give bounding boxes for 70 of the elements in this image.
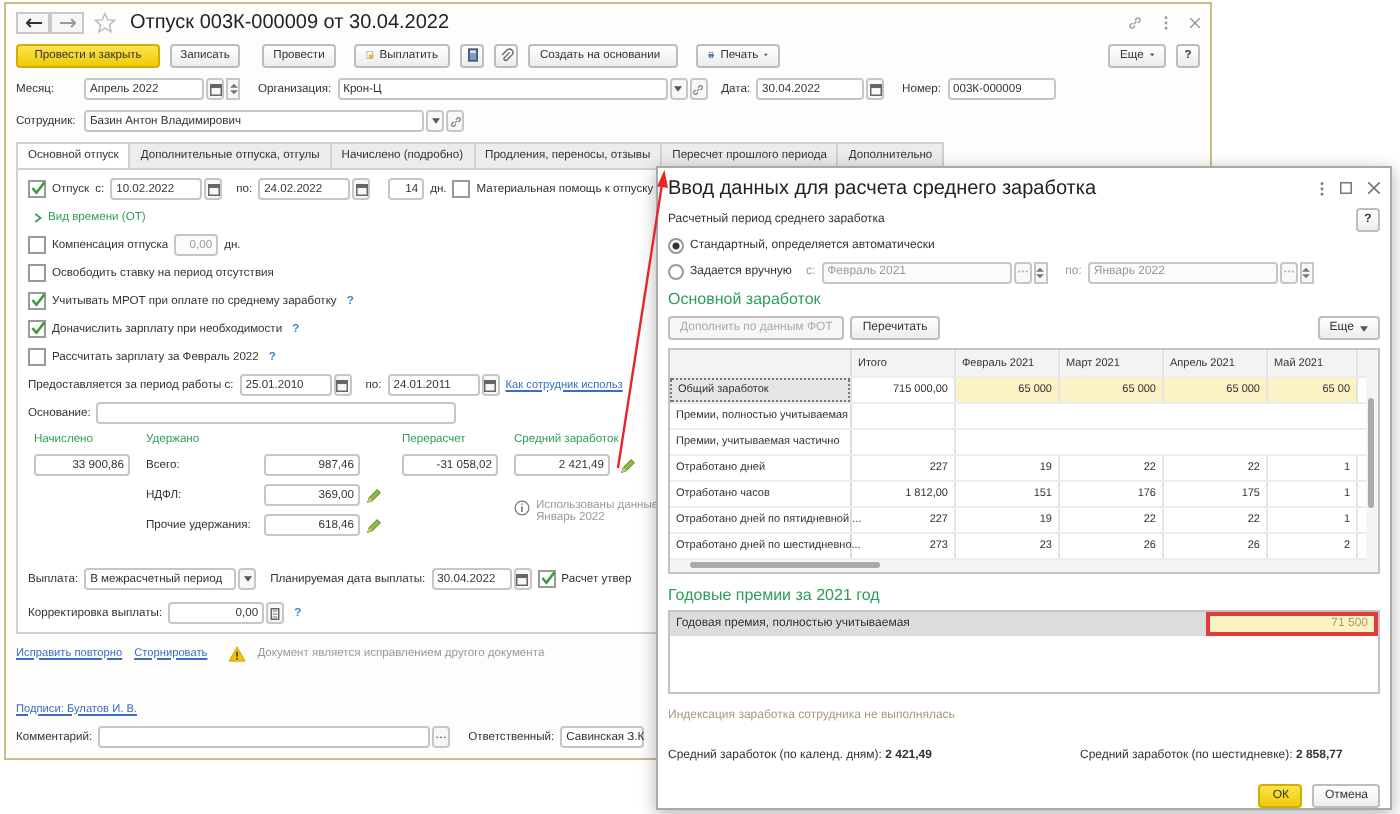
back-arrow-icon bbox=[25, 17, 41, 27]
calendar-button[interactable] bbox=[204, 178, 223, 200]
dialog-title: Ввод данных для расчета среднего заработка bbox=[668, 177, 1097, 199]
spin-button[interactable] bbox=[1299, 261, 1314, 283]
caret-icon bbox=[674, 86, 683, 92]
calendar-icon bbox=[869, 83, 882, 95]
calendar-icon bbox=[484, 379, 497, 391]
checkbox[interactable] bbox=[28, 348, 46, 366]
caret-icon bbox=[1360, 325, 1368, 331]
warning-icon bbox=[227, 645, 246, 661]
info-icon bbox=[514, 500, 530, 516]
calendar-button[interactable] bbox=[333, 374, 352, 396]
checkbox[interactable] bbox=[28, 180, 46, 198]
link-icon[interactable] bbox=[1128, 15, 1142, 29]
calculator-icon bbox=[270, 607, 281, 619]
calendar-icon bbox=[516, 573, 529, 585]
attach-button[interactable] bbox=[494, 43, 518, 67]
calendar-icon bbox=[209, 83, 221, 95]
calendar-button[interactable] bbox=[513, 568, 532, 590]
pencil-icon[interactable] bbox=[366, 517, 382, 533]
radio-button[interactable] bbox=[668, 264, 684, 280]
maximize-icon[interactable] bbox=[1340, 182, 1352, 194]
horizontal-scrollbar[interactable] bbox=[670, 560, 1366, 572]
printer-icon bbox=[708, 48, 715, 62]
calculator-icon bbox=[467, 48, 477, 62]
calculator-button[interactable] bbox=[460, 43, 484, 67]
close-icon[interactable] bbox=[1368, 182, 1380, 194]
back-button[interactable] bbox=[16, 11, 50, 33]
section-heading: Основной заработок bbox=[668, 290, 823, 312]
calendar-icon bbox=[336, 379, 349, 391]
document-icon bbox=[366, 48, 374, 62]
spin-arrows-icon bbox=[1302, 265, 1311, 279]
calendar-button[interactable] bbox=[866, 78, 885, 100]
basis-field[interactable] bbox=[96, 402, 457, 424]
spin-button[interactable] bbox=[1033, 261, 1048, 283]
section-heading: Годовые премии за 2021 год bbox=[668, 586, 882, 608]
spin-button[interactable] bbox=[226, 78, 240, 100]
checkbox[interactable] bbox=[28, 292, 46, 310]
checkbox[interactable] bbox=[452, 180, 471, 198]
calendar-button[interactable] bbox=[206, 78, 224, 100]
chevron-icon bbox=[34, 211, 42, 223]
dropdown-button[interactable] bbox=[426, 110, 444, 132]
window-title: Отпуск 003К-000009 от 30.04.2022 bbox=[130, 11, 450, 33]
dropdown-button[interactable] bbox=[238, 568, 257, 590]
open-button[interactable] bbox=[446, 110, 464, 132]
calendar-button[interactable] bbox=[352, 178, 371, 200]
pencil-icon[interactable] bbox=[366, 487, 382, 503]
calculator-button[interactable] bbox=[266, 602, 285, 624]
calendar-icon bbox=[207, 183, 220, 195]
caret-icon bbox=[243, 576, 252, 582]
checkbox[interactable] bbox=[537, 570, 556, 588]
checkbox[interactable] bbox=[28, 264, 46, 282]
link-icon bbox=[692, 83, 705, 95]
open-button[interactable] bbox=[689, 78, 708, 100]
close-icon[interactable] bbox=[1190, 17, 1200, 27]
caret-icon bbox=[431, 118, 439, 124]
calendar-icon bbox=[355, 183, 368, 195]
forward-arrow-icon bbox=[59, 17, 75, 27]
spin-arrows-icon bbox=[229, 82, 237, 96]
dropdown-button[interactable] bbox=[669, 78, 688, 100]
comment-field[interactable] bbox=[98, 726, 431, 748]
pencil-icon[interactable] bbox=[620, 457, 636, 473]
star-icon[interactable] bbox=[94, 11, 116, 33]
calendar-button[interactable] bbox=[481, 374, 500, 396]
vertical-scrollbar[interactable] bbox=[1366, 350, 1378, 572]
link-icon bbox=[449, 115, 461, 127]
checkbox[interactable] bbox=[28, 320, 46, 338]
radio-button[interactable] bbox=[668, 238, 684, 254]
paperclip-icon bbox=[499, 48, 513, 62]
spin-arrows-icon bbox=[1036, 265, 1045, 279]
